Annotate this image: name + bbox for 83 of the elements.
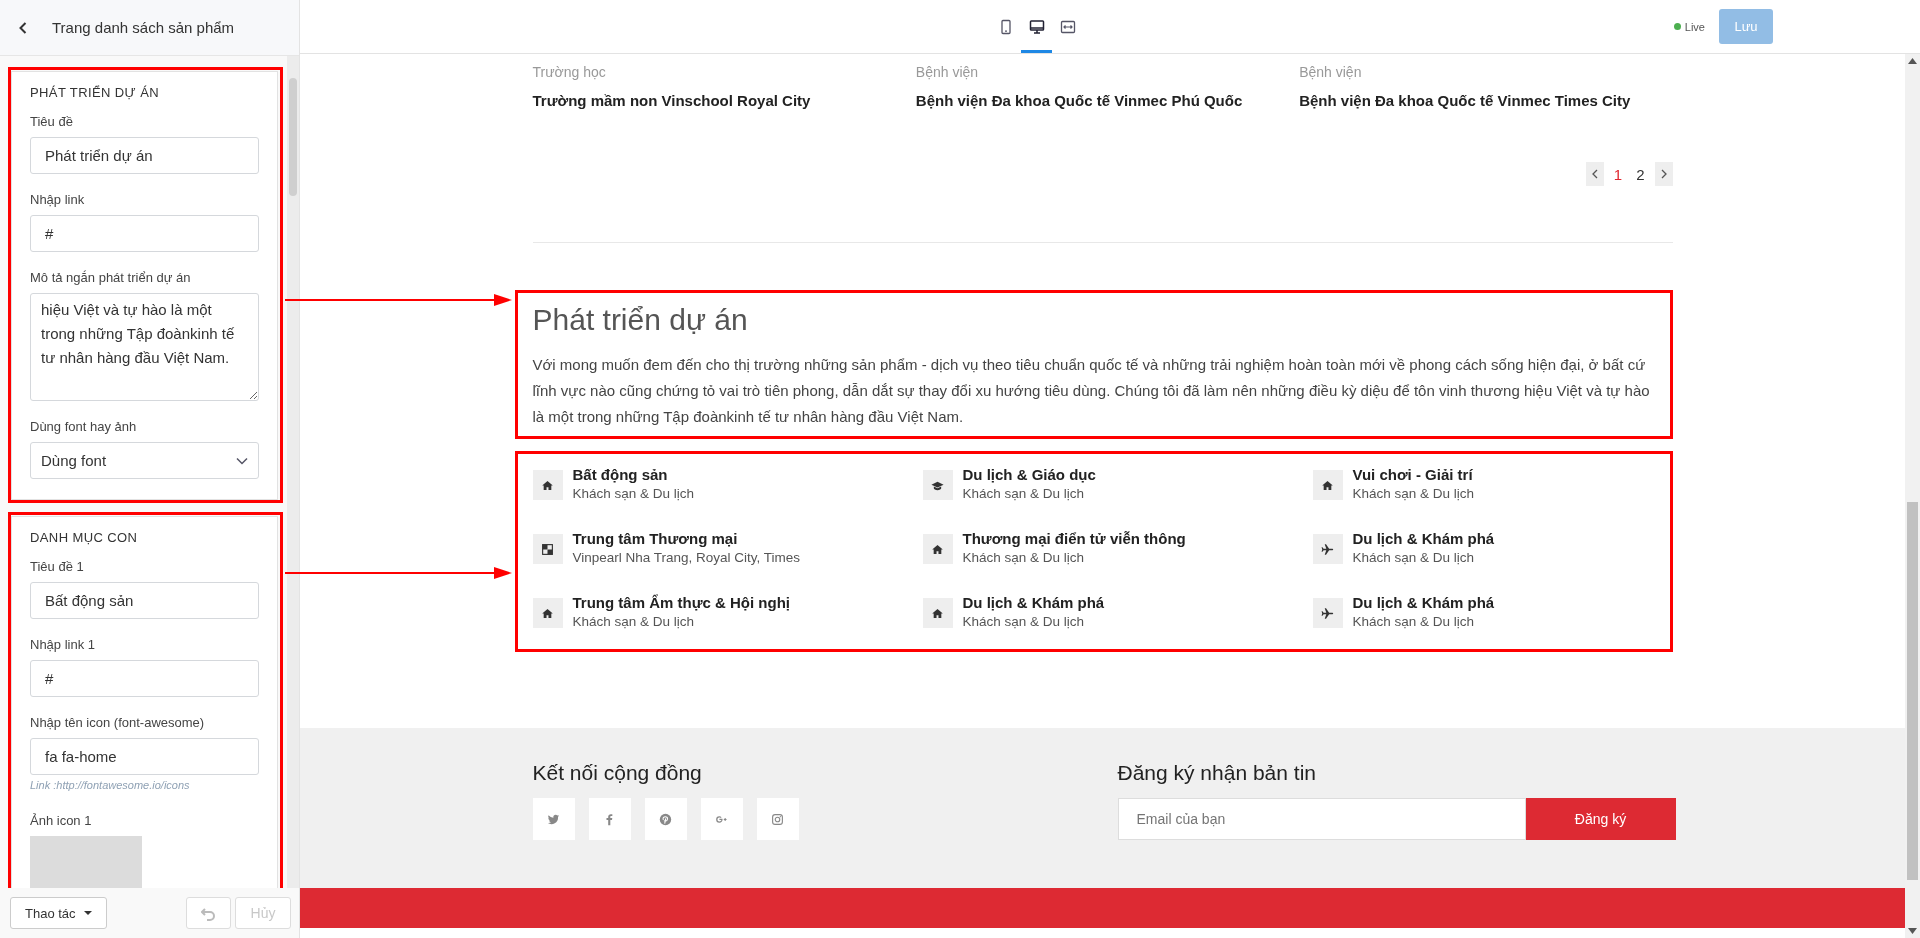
- caret-icon: [83, 911, 92, 915]
- scrollbar[interactable]: [1905, 54, 1920, 938]
- chevron-right-icon: [1660, 169, 1667, 179]
- actions-dropdown[interactable]: Thao tác: [10, 897, 107, 929]
- page-link[interactable]: 1: [1609, 162, 1627, 186]
- category-title[interactable]: Du lịch & Giáo dục: [962, 465, 1096, 485]
- field-label: Ảnh icon 1: [30, 813, 93, 828]
- home-icon: [922, 598, 953, 628]
- panel-title: PHÁT TRIỂN DỰ ÁN: [30, 85, 160, 100]
- section-description: Với mong muốn đem đến cho thị trường những sản phẩm - dịch vụ theo tiêu chuẩn quốc tế và những trải nghiệm hoàn toàn mới về phong cách sống hiện đại, ở bất cứ lĩnh vực nào cũng chứng tỏ vai trò tiên phong, dẫn dắt sự thay đổi xu hướng tiêu dùng. Chúng tôi đã làm nên những điều kỳ diệu để tôn vinh thương hiệu Việt và tự hào là một trong những Tập đoànkinh tế tư nhân hàng đầu Việt Nam.: [532, 355, 1651, 427]
- status-dot-icon: [1673, 23, 1681, 30]
- project-category: Bệnh viện: [1299, 63, 1363, 82]
- project-category: Bệnh viện: [915, 63, 980, 82]
- graduation-cap-icon: [922, 470, 953, 500]
- input-field[interactable]: #: [30, 660, 259, 697]
- chevron-left-icon: [1591, 169, 1598, 179]
- project-name[interactable]: Bệnh viện Đa khoa Quốc tế Vinmec Times City: [1299, 92, 1683, 109]
- category-subtitle: Khách sạn & Du lịch: [1352, 485, 1475, 503]
- fit-width-icon: [1059, 18, 1076, 35]
- input-field[interactable]: Bất động sản: [30, 582, 259, 619]
- airplane-icon: [1312, 598, 1343, 628]
- pinterest-icon: [659, 812, 672, 826]
- footer-heading: Kết nối cộng đồng: [532, 760, 703, 786]
- category-title[interactable]: Thương mại điển tử viễn thông: [962, 529, 1186, 549]
- input-field[interactable]: fa fa-home: [30, 738, 259, 775]
- page-link[interactable]: 2: [1632, 162, 1649, 186]
- text-area[interactable]: hiệu Việt và tự hào là một trong những Tập đoànkinh tế tư nhân hàng đầu Việt Nam.: [30, 293, 259, 401]
- category-title[interactable]: Vui chơi - Giải trí: [1352, 465, 1475, 485]
- category-title[interactable]: Du lịch & Khám phá: [1352, 593, 1495, 613]
- project-category: Trường học: [532, 63, 607, 82]
- home-icon: [532, 470, 563, 500]
- category-title[interactable]: Du lịch & Khám phá: [1352, 529, 1495, 549]
- next-page-button[interactable]: [1654, 162, 1673, 186]
- undo-icon: [201, 905, 216, 921]
- panel-title: DANH MỤC CON: [30, 530, 139, 545]
- social-link[interactable]: [756, 798, 799, 840]
- category-title[interactable]: Du lịch & Khám phá: [962, 593, 1105, 613]
- chevron-left-icon: [18, 21, 28, 34]
- sidebar-title: Trang danh sách sản phẩm: [52, 19, 235, 36]
- desktop-icon: [1028, 18, 1045, 35]
- home-icon: [532, 598, 563, 628]
- category-title[interactable]: Trung tâm Ẩm thực & Hội nghị: [572, 593, 791, 613]
- field-label: Tiêu đề: [30, 114, 74, 129]
- category-subtitle: Khách sạn & Du lịch: [962, 613, 1086, 631]
- field-label: Nhập tên icon (font-awesome): [30, 715, 206, 730]
- arrow-down-icon: [1908, 928, 1917, 934]
- bird-icon: [547, 812, 560, 826]
- checkered-square-icon: [532, 534, 563, 564]
- footer-heading: Đăng ký nhận bản tin: [1117, 760, 1317, 786]
- project-name[interactable]: Trường mầm non Vinschool Royal City: [532, 92, 916, 109]
- field-label: Nhập link 1: [30, 637, 97, 652]
- previous-page-button[interactable]: [1585, 162, 1604, 186]
- category-subtitle: Khách sạn & Du lịch: [962, 485, 1086, 503]
- input-field[interactable]: #: [30, 215, 259, 252]
- home-icon: [1312, 470, 1343, 500]
- field-label: Dùng font hay ảnh: [30, 419, 138, 434]
- category-title[interactable]: Bất động sản: [572, 465, 695, 485]
- project-name[interactable]: Bệnh viện Đa khoa Quốc tế Vinmec Phú Quốc: [915, 92, 1300, 109]
- home-icon: [922, 534, 953, 564]
- field-label: Nhập link: [30, 192, 86, 207]
- chevron-down-icon: [236, 456, 248, 465]
- category-subtitle: Khách sạn & Du lịch: [962, 549, 1086, 567]
- category-subtitle: Khách sạn & Du lịch: [1352, 613, 1476, 631]
- subscribe-button[interactable]: Đăng ký: [1525, 798, 1676, 840]
- section-heading: Phát triển dự án: [532, 302, 749, 338]
- field-label: Mô tả ngắn phát triển dự án: [30, 270, 192, 285]
- social-link[interactable]: [532, 798, 575, 840]
- input-field[interactable]: Phát triển dự án: [30, 137, 259, 174]
- hint-text: Link :http://fontawesome.io/icons: [30, 779, 191, 791]
- airplane-icon: [1312, 534, 1343, 564]
- category-title[interactable]: Trung tâm Thương mại: [572, 529, 801, 549]
- scrollbar[interactable]: [287, 56, 299, 888]
- category-subtitle: Khách sạn & Du lịch: [572, 613, 696, 631]
- category-subtitle: Vinpearl Nha Trang, Royal City, Times: [572, 549, 801, 567]
- social-link[interactable]: [644, 798, 687, 840]
- category-subtitle: Khách sạn & Du lịch: [572, 485, 695, 503]
- instagram-icon: [771, 812, 784, 826]
- email-field[interactable]: Email của bạn: [1117, 798, 1526, 840]
- status-text: Live: [1684, 20, 1705, 33]
- category-subtitle: Khách sạn & Du lịch: [1352, 549, 1476, 567]
- select-field[interactable]: Dùng font: [30, 442, 259, 479]
- arrow-up-icon: [1908, 58, 1917, 64]
- field-label: Tiêu đề 1: [30, 559, 85, 574]
